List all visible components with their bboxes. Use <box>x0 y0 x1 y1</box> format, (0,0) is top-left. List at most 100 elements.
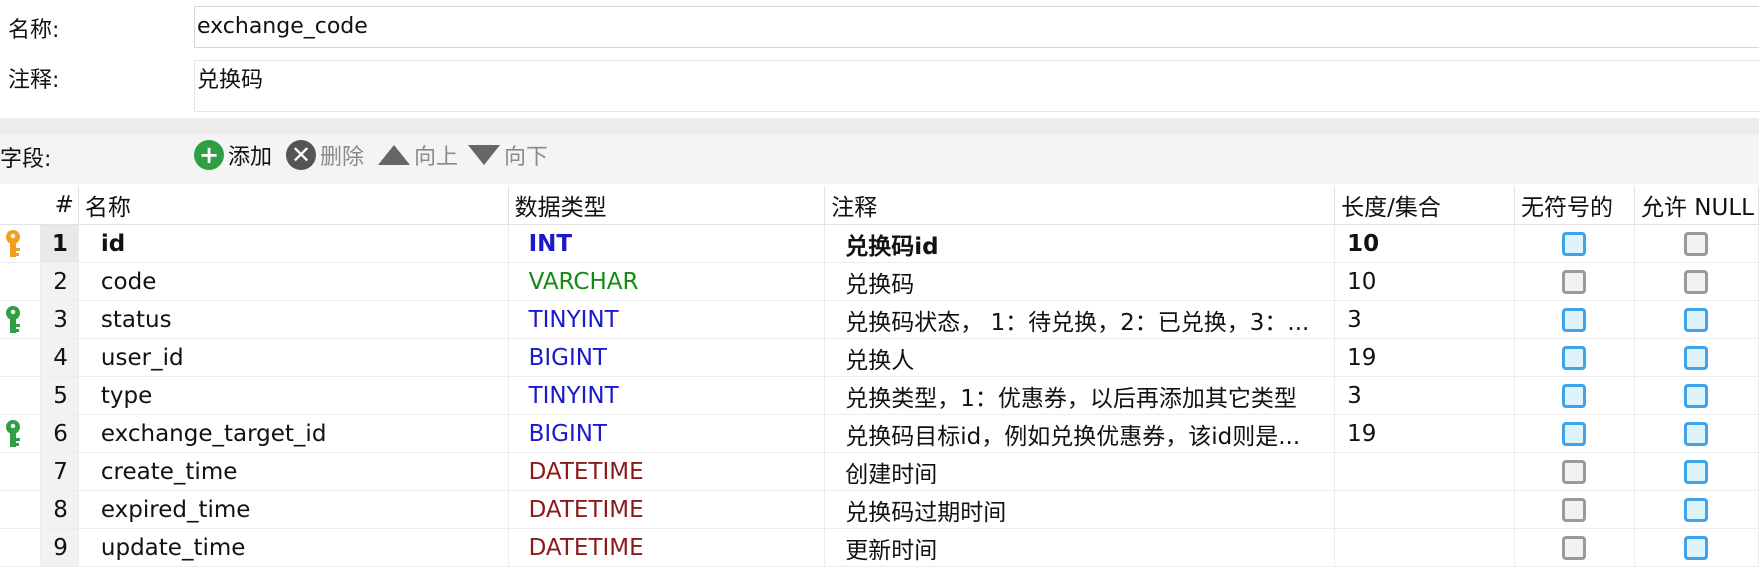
key-cell <box>0 224 41 263</box>
table-row[interactable]: 3 status TINYINT 兑换码状态， 1：待兑换，2：已兑换，3：... 3 <box>0 300 1759 339</box>
field-length[interactable]: 10 <box>1334 262 1516 301</box>
allow-null-cell <box>1634 452 1759 491</box>
unsigned-cell <box>1514 224 1635 263</box>
header-type[interactable]: 数据类型 <box>508 186 826 225</box>
table-row[interactable]: 5 type TINYINT 兑换类型，1：优惠券，以后再添加其它类型 3 <box>0 376 1759 415</box>
allow-null-checkbox[interactable] <box>1684 384 1709 408</box>
field-length[interactable]: 3 <box>1334 300 1516 339</box>
field-name[interactable]: create_time <box>78 452 509 491</box>
allow-null-checkbox[interactable] <box>1684 346 1709 370</box>
section-divider <box>0 118 1759 134</box>
allow-null-cell <box>1634 300 1759 339</box>
header-unsigned[interactable]: 无符号的 <box>1514 186 1635 225</box>
comment-label: 注释: <box>8 68 60 93</box>
field-comment[interactable]: 兑换码id <box>824 224 1336 263</box>
row-number: 1 <box>40 224 79 263</box>
field-name[interactable]: expired_time <box>78 490 509 529</box>
header-allow-null[interactable]: 允许 NULL <box>1634 186 1759 225</box>
unsigned-cell <box>1514 376 1635 415</box>
delete-label: 删除 <box>320 145 365 170</box>
field-type[interactable]: TINYINT <box>508 300 826 339</box>
field-name[interactable]: exchange_target_id <box>78 414 509 453</box>
field-length[interactable]: 10 <box>1334 224 1516 263</box>
unsigned-checkbox[interactable] <box>1562 536 1587 560</box>
field-comment[interactable]: 兑换码 <box>824 262 1336 301</box>
unsigned-checkbox[interactable] <box>1562 384 1587 408</box>
row-number: 2 <box>40 262 79 301</box>
allow-null-checkbox[interactable] <box>1684 270 1709 294</box>
move-down-button[interactable]: 向下 <box>468 137 548 173</box>
field-type[interactable]: DATETIME <box>508 452 826 491</box>
field-comment[interactable]: 兑换码状态， 1：待兑换，2：已兑换，3：... <box>824 300 1336 339</box>
unsigned-checkbox[interactable] <box>1562 460 1587 484</box>
unsigned-checkbox[interactable] <box>1562 346 1587 370</box>
table-row[interactable]: 8 expired_time DATETIME 兑换码过期时间 <box>0 490 1759 529</box>
unsigned-checkbox[interactable] <box>1562 422 1587 446</box>
table-name-input[interactable]: exchange_code <box>194 6 1759 48</box>
down-label: 向下 <box>504 145 549 170</box>
allow-null-cell <box>1634 338 1759 377</box>
field-type[interactable]: DATETIME <box>508 490 826 529</box>
field-type[interactable]: BIGINT <box>508 338 826 377</box>
unsigned-checkbox[interactable] <box>1562 498 1587 522</box>
field-type[interactable]: INT <box>508 224 826 263</box>
unsigned-checkbox[interactable] <box>1562 270 1587 294</box>
field-length[interactable]: 19 <box>1334 338 1516 377</box>
key-cell <box>0 414 41 453</box>
allow-null-checkbox[interactable] <box>1684 308 1709 332</box>
table-row[interactable]: 4 user_id BIGINT 兑换人 19 <box>0 338 1759 377</box>
header-length[interactable]: 长度/集合 <box>1334 186 1516 225</box>
unsigned-checkbox[interactable] <box>1562 308 1587 332</box>
field-name[interactable]: id <box>78 224 509 263</box>
header-key <box>0 186 41 225</box>
allow-null-checkbox[interactable] <box>1684 498 1709 522</box>
field-name[interactable]: user_id <box>78 338 509 377</box>
unsigned-cell <box>1514 262 1635 301</box>
allow-null-cell <box>1634 414 1759 453</box>
row-number: 3 <box>40 300 79 339</box>
field-name[interactable]: code <box>78 262 509 301</box>
key-cell <box>0 452 41 491</box>
plus-circle-icon: + <box>194 140 224 170</box>
header-name[interactable]: 名称 <box>78 186 509 225</box>
field-comment[interactable]: 兑换码目标id，例如兑换优惠券，该id则是... <box>824 414 1336 453</box>
fields-label: 字段: <box>0 147 52 172</box>
add-field-button[interactable]: + 添加 <box>194 137 272 173</box>
row-number: 6 <box>40 414 79 453</box>
allow-null-cell <box>1634 376 1759 415</box>
field-comment[interactable]: 兑换人 <box>824 338 1336 377</box>
field-type[interactable]: TINYINT <box>508 376 826 415</box>
key-icon <box>6 306 20 333</box>
field-type[interactable]: VARCHAR <box>508 262 826 301</box>
unsigned-cell <box>1514 300 1635 339</box>
field-length[interactable]: 3 <box>1334 376 1516 415</box>
field-length[interactable] <box>1334 452 1516 491</box>
table-comment-input[interactable]: 兑换码 <box>194 60 1759 112</box>
table-row[interactable]: 2 code VARCHAR 兑换码 10 <box>0 262 1759 301</box>
unsigned-cell <box>1514 414 1635 453</box>
move-up-button[interactable]: 向上 <box>378 137 458 173</box>
table-row[interactable]: 7 create_time DATETIME 创建时间 <box>0 452 1759 491</box>
triangle-up-icon <box>378 145 410 165</box>
allow-null-checkbox[interactable] <box>1684 460 1709 484</box>
allow-null-checkbox[interactable] <box>1684 536 1709 560</box>
table-row[interactable]: 1 id INT 兑换码id 10 <box>0 224 1759 263</box>
field-length[interactable]: 19 <box>1334 414 1516 453</box>
allow-null-checkbox[interactable] <box>1684 232 1709 256</box>
allow-null-cell <box>1634 262 1759 301</box>
row-number: 4 <box>40 338 79 377</box>
delete-field-button[interactable]: ✕ 删除 <box>286 137 364 173</box>
field-comment[interactable]: 创建时间 <box>824 452 1336 491</box>
table-row[interactable]: 6 exchange_target_id BIGINT 兑换码目标id，例如兑换优惠券… <box>0 414 1759 453</box>
field-type[interactable]: BIGINT <box>508 414 826 453</box>
key-cell <box>0 338 41 377</box>
allow-null-checkbox[interactable] <box>1684 422 1709 446</box>
unsigned-checkbox[interactable] <box>1562 232 1587 256</box>
field-comment[interactable]: 兑换类型，1：优惠券，以后再添加其它类型 <box>824 376 1336 415</box>
header-number[interactable]: # <box>40 186 79 225</box>
field-name[interactable]: type <box>78 376 509 415</box>
field-name[interactable]: status <box>78 300 509 339</box>
field-length[interactable] <box>1334 490 1516 529</box>
header-comment[interactable]: 注释 <box>824 186 1336 225</box>
field-comment[interactable]: 兑换码过期时间 <box>824 490 1336 529</box>
